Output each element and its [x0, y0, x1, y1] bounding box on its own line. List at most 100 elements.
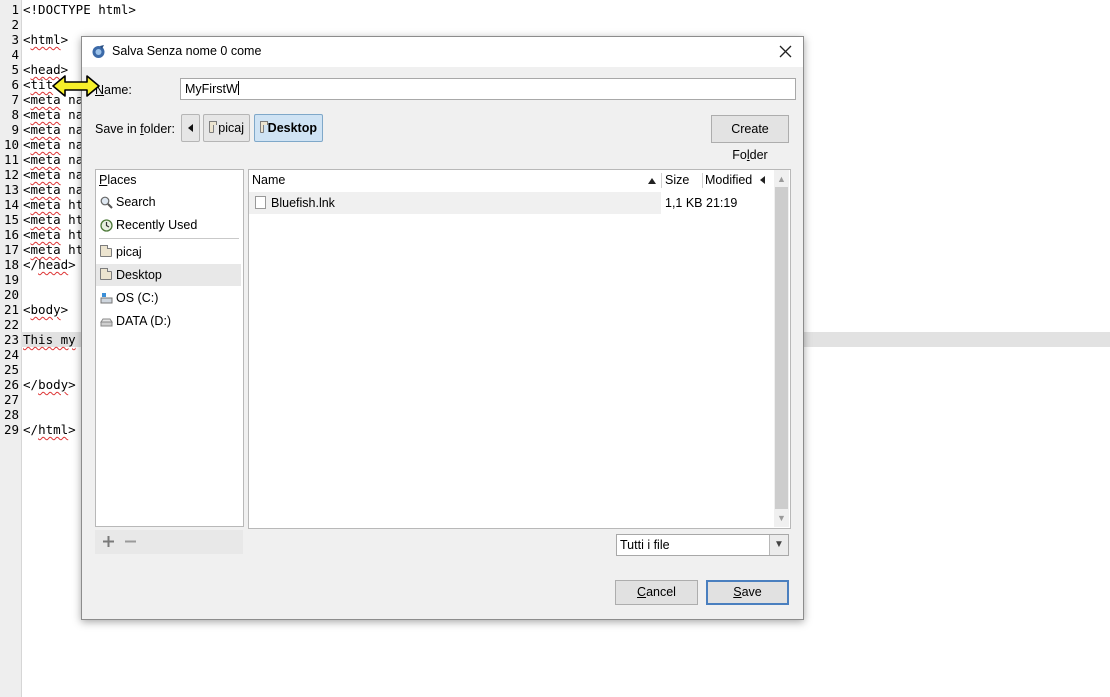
- place-item-os-c[interactable]: OS (C:): [96, 287, 241, 309]
- place-item-desktop[interactable]: Desktop: [96, 264, 241, 286]
- sort-left-icon: [760, 176, 765, 184]
- line-number: 27: [3, 392, 19, 407]
- places-toolbar: [95, 530, 243, 554]
- path-label: picaj: [218, 121, 244, 135]
- line-number: 2: [11, 17, 19, 32]
- code-line: 28: [0, 407, 23, 422]
- file-name: Bluefish.lnk: [271, 196, 335, 210]
- save-as-dialog: Salva Senza nome 0 come Name: MyFirstW S…: [81, 36, 804, 620]
- line-number: 6: [11, 77, 19, 92]
- places-header[interactable]: Places: [96, 170, 243, 190]
- file-row[interactable]: Bluefish.lnk 1,1 KB 21:19: [249, 192, 773, 214]
- place-label: Search: [116, 195, 156, 209]
- file-modified: 21:19: [706, 196, 738, 210]
- code-text: <meta na: [23, 122, 84, 137]
- code-line: 4: [0, 47, 23, 62]
- code-line: 18 </head>: [0, 257, 76, 272]
- places-sidebar: Places Search Recently Used picaj Deskto…: [95, 169, 244, 527]
- line-number: 11: [3, 152, 19, 167]
- file-name-cell: Bluefish.lnk: [249, 192, 661, 214]
- code-text: This my: [23, 332, 76, 347]
- code-text: <meta na: [23, 167, 84, 182]
- scroll-down-icon[interactable]: ▼: [774, 510, 789, 526]
- file-icon: [255, 196, 266, 209]
- line-number: 20: [3, 287, 19, 302]
- place-label: Desktop: [116, 268, 162, 282]
- place-item-picaj[interactable]: picaj: [96, 241, 241, 263]
- code-line: 14 <meta ht: [0, 197, 83, 212]
- line-number: 14: [3, 197, 19, 212]
- chevron-down-icon: ▼: [769, 535, 788, 555]
- vertical-scrollbar[interactable]: ▲ ▼: [774, 170, 789, 527]
- line-number: 16: [3, 227, 19, 242]
- code-line: 25: [0, 362, 23, 377]
- folder-icon: [100, 268, 112, 280]
- close-button[interactable]: [774, 41, 796, 63]
- app-icon: [92, 45, 105, 58]
- folder-icon: [209, 120, 218, 133]
- code-line: 2: [0, 17, 23, 32]
- add-icon: [102, 536, 114, 547]
- dialog-title: Salva Senza nome 0 come: [112, 44, 262, 58]
- path-scroll-left-button[interactable]: [181, 114, 200, 142]
- place-label: DATA (D:): [116, 314, 172, 328]
- code-line: 17 <meta ht: [0, 242, 83, 257]
- code-text: </body>: [23, 377, 76, 392]
- remove-bookmark-button[interactable]: [122, 530, 138, 554]
- code-line: 22: [0, 317, 23, 332]
- line-number: 22: [3, 317, 19, 332]
- line-number: 8: [11, 107, 19, 122]
- line-number: 1: [11, 2, 19, 17]
- code-line: 16 <meta ht: [0, 227, 83, 242]
- code-text: <meta ht: [23, 212, 84, 227]
- column-header-name[interactable]: Name: [249, 170, 661, 191]
- chevron-left-icon: [187, 124, 193, 132]
- code-line: 10 <meta na: [0, 137, 83, 152]
- line-number: 7: [11, 92, 19, 107]
- path-button-picaj[interactable]: picaj: [203, 114, 250, 142]
- code-line: 8 <meta na: [0, 107, 83, 122]
- drive-icon: [100, 318, 113, 327]
- places-separator: [99, 238, 239, 239]
- place-label: picaj: [116, 245, 142, 259]
- add-bookmark-button[interactable]: [100, 530, 116, 554]
- path-label: Desktop: [267, 121, 317, 135]
- filename-value: MyFirstW: [185, 82, 238, 96]
- line-number: 19: [3, 272, 19, 287]
- remove-icon: [124, 540, 136, 543]
- code-line: 24: [0, 347, 23, 362]
- scroll-up-icon[interactable]: ▲: [774, 171, 789, 187]
- path-button-desktop[interactable]: Desktop: [254, 114, 323, 142]
- code-text: <meta ht: [23, 242, 84, 257]
- line-number: 21: [3, 302, 19, 317]
- column-header-modified[interactable]: Modified: [702, 170, 773, 191]
- dialog-titlebar[interactable]: Salva Senza nome 0 come: [82, 37, 803, 67]
- code-line: 27: [0, 392, 23, 407]
- save-button[interactable]: Save: [706, 580, 789, 605]
- name-label: Name:: [95, 83, 132, 97]
- column-header-size[interactable]: Size: [662, 170, 702, 191]
- create-folder-button[interactable]: Create Folder: [711, 115, 789, 162]
- place-item-recently-used[interactable]: Recently Used: [96, 214, 241, 236]
- line-number: 18: [3, 257, 19, 272]
- cancel-button[interactable]: Cancel: [615, 580, 698, 605]
- code-text: <body>: [23, 302, 69, 317]
- column-size-label: Size: [665, 173, 690, 187]
- scrollbar-thumb[interactable]: [775, 187, 788, 509]
- recent-icon: [100, 219, 113, 232]
- code-line: 9 <meta na: [0, 122, 83, 137]
- filter-value: Tutti i file: [620, 538, 670, 552]
- line-number: 24: [3, 347, 19, 362]
- place-item-data-d[interactable]: DATA (D:): [96, 310, 241, 332]
- code-text: </html>: [23, 422, 76, 437]
- code-line: 11 <meta na: [0, 152, 83, 167]
- line-number: 12: [3, 167, 19, 182]
- line-number: 13: [3, 182, 19, 197]
- code-text: </head>: [23, 257, 76, 272]
- place-label: Recently Used: [116, 218, 198, 232]
- place-item-search[interactable]: Search: [96, 191, 241, 213]
- folder-icon: [100, 245, 112, 257]
- line-number: 3: [11, 32, 19, 47]
- file-type-filter-select[interactable]: Tutti i file ▼: [616, 534, 789, 556]
- filename-input[interactable]: MyFirstW: [180, 78, 796, 100]
